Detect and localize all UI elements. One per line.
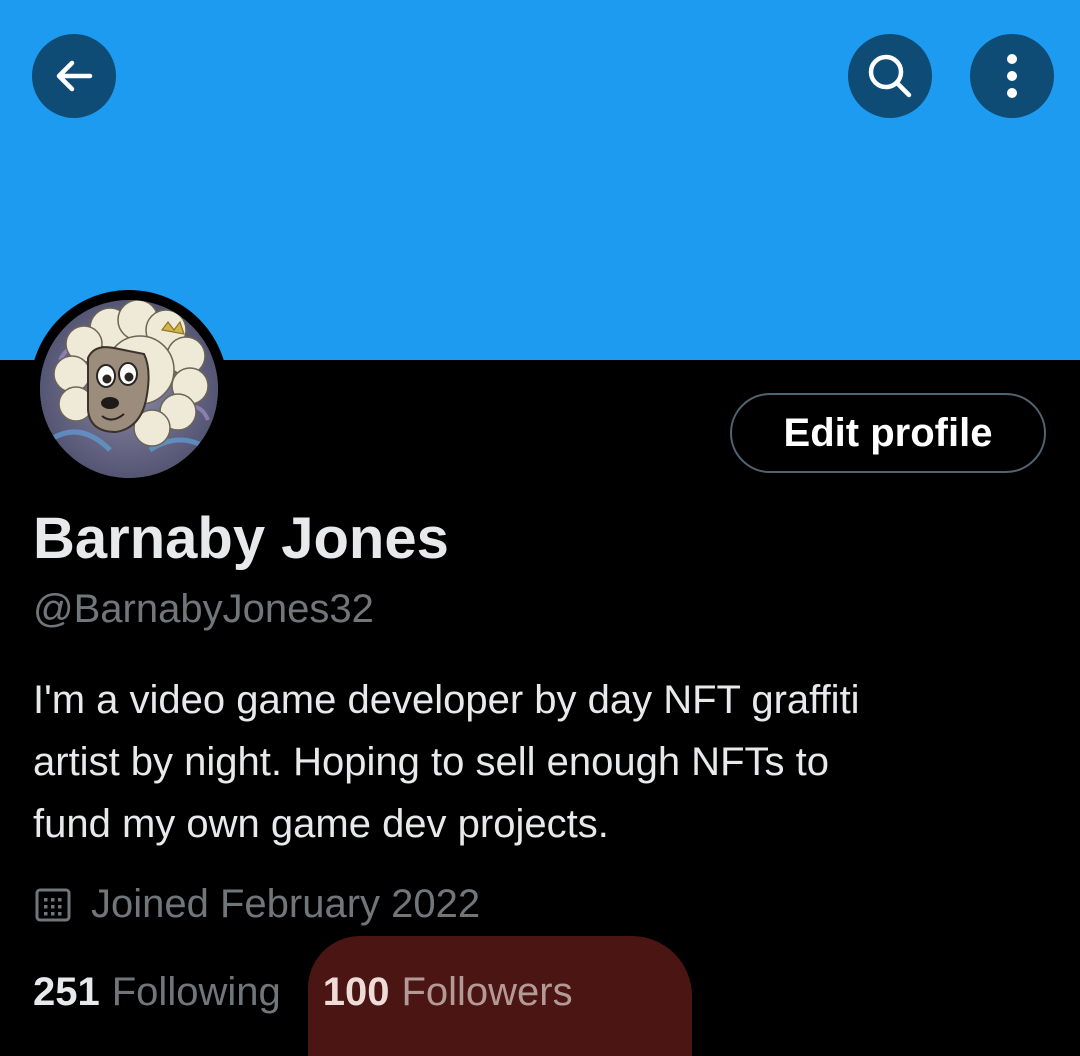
following-count: 251 xyxy=(33,970,100,1014)
avatar-frame[interactable] xyxy=(30,290,228,488)
joined-text: Joined February 2022 xyxy=(91,882,481,926)
following-link[interactable]: 251 Following xyxy=(33,970,281,1015)
followers-label: Followers xyxy=(401,970,573,1014)
followers-count: 100 xyxy=(322,970,390,1014)
bio-line: fund my own game dev projects. xyxy=(33,802,609,846)
followers-link[interactable]: 100 Followers xyxy=(323,970,573,1015)
more-vertical-icon xyxy=(1007,54,1017,98)
sheep-avatar xyxy=(40,300,218,478)
back-button[interactable] xyxy=(32,34,116,118)
following-label: Following xyxy=(111,970,281,1014)
profile-bio: I'm a video game developer by day NFT gr… xyxy=(33,669,1033,855)
arrow-left-icon xyxy=(56,60,93,92)
bio-line: artist by night. Hoping to sell enough N… xyxy=(33,740,829,784)
joined-date: Joined February 2022 xyxy=(33,882,480,927)
search-icon xyxy=(868,54,912,98)
user-handle: @BarnabyJones32 xyxy=(33,587,374,631)
more-options-button[interactable] xyxy=(970,34,1054,118)
display-name: Barnaby Jones xyxy=(33,506,449,571)
bio-line: I'm a video game developer by day NFT gr… xyxy=(33,678,860,722)
search-button[interactable] xyxy=(848,34,932,118)
follow-stats: 251 Following 100 Followers xyxy=(33,970,573,1015)
edit-profile-button[interactable]: Edit profile xyxy=(730,393,1046,473)
avatar xyxy=(40,300,218,478)
calendar-icon xyxy=(33,885,73,925)
